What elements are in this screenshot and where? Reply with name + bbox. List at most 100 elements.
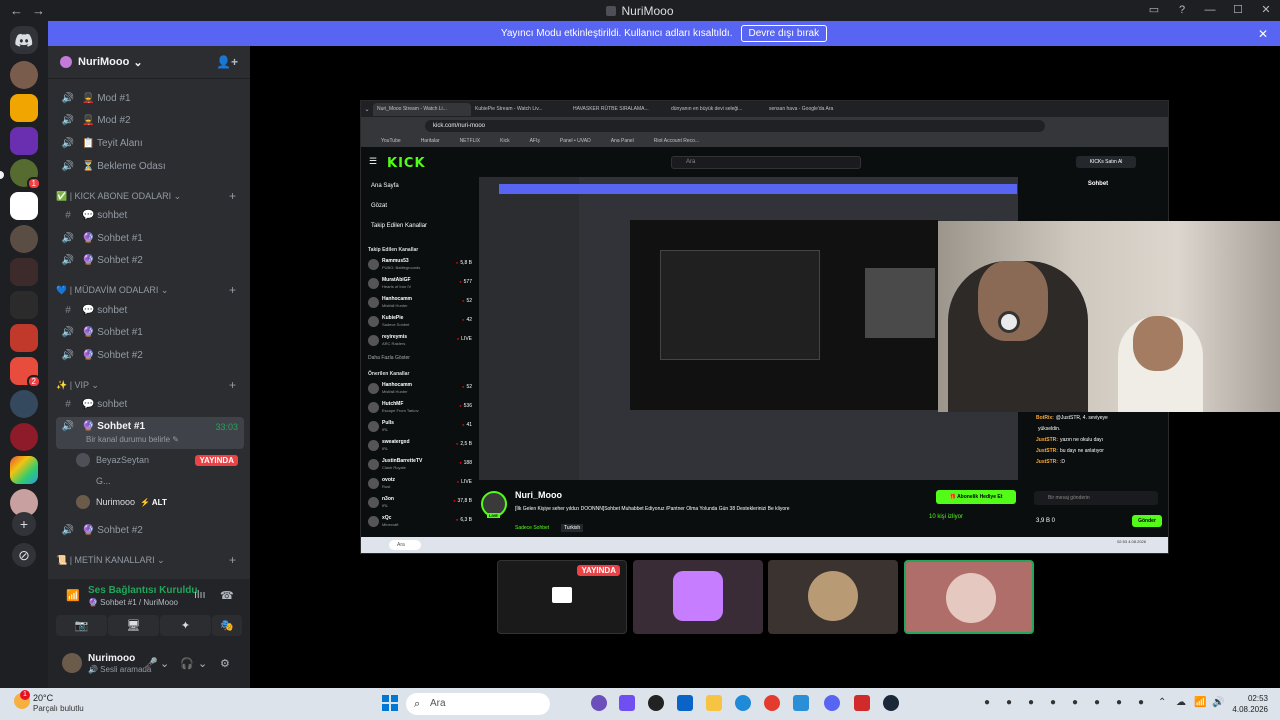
settings-gear-icon[interactable]: ⚙ [220, 657, 230, 670]
kick-channel-item[interactable]: reyireymisARC Raiders LIVE [368, 333, 472, 349]
kick-channel-item[interactable]: PullsIRL 41 [368, 419, 472, 435]
camera-toggle-button[interactable]: 📷 [56, 615, 107, 636]
voice-channel-sohbet1-kick[interactable]: 🔊 🔮 Sohbet #1 [56, 228, 244, 248]
gift-subscription-button[interactable]: 🎁 Abonelik Hediye Et [936, 490, 1016, 504]
minimize-button[interactable]: — [1196, 0, 1224, 21]
kick-channel-item[interactable]: Rammus53PUBG: Battlegrounds 5,8 B [368, 257, 472, 273]
kick-channel-item[interactable]: sweatergxdIRL 2,5 B [368, 438, 472, 454]
app-icon-1[interactable] [591, 695, 607, 711]
server-icon-3[interactable] [10, 127, 38, 155]
disconnect-icon[interactable]: ☎ [220, 589, 234, 602]
chat-username[interactable]: BotRix: [1036, 415, 1054, 421]
channel-status[interactable]: Bir kanal durumu belirle ✎ [86, 435, 179, 444]
server-icon-9[interactable] [10, 324, 38, 352]
inbox-icon[interactable]: ▭ [1140, 0, 1168, 21]
server-icon-4[interactable]: 1 [10, 159, 41, 190]
streamer-name[interactable]: Nuri_Mooo [515, 490, 562, 500]
participant-tile-3[interactable] [768, 560, 898, 634]
show-more-link[interactable]: Daha Fazla Göster [368, 355, 410, 361]
server-icon-1[interactable] [10, 61, 38, 89]
voice-user-nurimooo[interactable]: Nurimooo ⚡ ALT [76, 493, 244, 511]
chrome-icon[interactable] [764, 695, 780, 711]
soundboard-button[interactable]: 🎭 [212, 615, 242, 636]
close-button[interactable]: ✕ [1252, 0, 1280, 21]
help-icon[interactable]: ? [1168, 0, 1196, 21]
add-server-button[interactable]: + [12, 512, 36, 536]
server-icon-12[interactable] [10, 423, 38, 451]
text-channel-sohbet-mudavim[interactable]: # 💬 sohbet [56, 300, 244, 320]
tray-icon-2[interactable]: ● [1006, 697, 1012, 708]
tray-icon-8[interactable]: ● [1138, 697, 1144, 708]
taskbar-clock[interactable]: 02:53 4.08.2026 [1232, 693, 1268, 715]
user-name[interactable]: Nurimooo [88, 653, 135, 664]
app-icon-3[interactable] [648, 695, 664, 711]
server-icon-6[interactable] [10, 225, 38, 253]
kick-channel-item[interactable]: xQcMinecraft 6,3 B [368, 514, 472, 530]
voice-channel-sohbet2-kick[interactable]: 🔊 🔮 Sohbet #2 [56, 250, 244, 270]
kick-channel-item[interactable]: MuratAbiGFHearts of Iron IV 577 [368, 276, 472, 292]
category-mudavim[interactable]: 💙 | MÜDAVİM ODALARI ⌄ + [56, 282, 244, 298]
signal-icon[interactable]: 📶 [66, 589, 80, 602]
discord-taskbar-icon[interactable] [824, 695, 840, 711]
browser-tab[interactable]: dünyanın en büyük devi seleği... [667, 103, 765, 116]
kick-channel-item[interactable]: JustinBarretteTVClash Royale 188 [368, 457, 472, 473]
voice-channel-sohbet2-vip[interactable]: 🔊 🔮 Sohbet #2 [56, 520, 244, 540]
bookmark[interactable]: Haritalar [421, 138, 440, 144]
nav-home[interactable]: Ana Sayfa [371, 183, 399, 189]
server-icon-11[interactable] [10, 390, 38, 418]
server-icon-10[interactable]: 2 [10, 357, 41, 388]
bookmark[interactable]: Kick [500, 138, 509, 144]
file-explorer-icon[interactable] [706, 695, 722, 711]
voice-channel-teyit[interactable]: 🔊 📋 Teyit Alanı [56, 133, 244, 153]
browser-tab[interactable]: sensan hava - Google'da Ara [765, 103, 863, 116]
category-vip[interactable]: ✨ | VIP ⌄ + [56, 377, 244, 393]
kick-channel-item[interactable]: HanhocammMistfall Hunter 52 [368, 295, 472, 311]
server-icon-7[interactable] [10, 258, 38, 286]
invite-people-icon[interactable]: 👤+ [216, 55, 238, 69]
voice-channel-bekleme[interactable]: 🔊 ⏳ Bekleme Odası [56, 156, 244, 176]
stream-category[interactable]: Sadece Sohbet [515, 525, 549, 531]
edge-icon[interactable] [735, 695, 751, 711]
browser-tab[interactable]: KubiePie Stream - Watch Liv... [471, 103, 569, 116]
voice-channel-sohbet2-mudavim[interactable]: 🔊 🔮 Sohbet #2 [56, 345, 244, 365]
bookmark[interactable]: Panel • UVAD [560, 138, 591, 144]
weather-temp[interactable]: 20°C [33, 693, 53, 703]
participant-tile-stream[interactable]: YAYINDA [497, 560, 627, 634]
server-icon-5[interactable] [10, 192, 38, 220]
bookmark[interactable]: NETFLIX [460, 138, 481, 144]
chevron-down-icon[interactable]: ⌄ [198, 657, 207, 670]
tab-menu-icon[interactable]: ⌄ [361, 106, 373, 113]
nav-browse[interactable]: Gözat [371, 203, 387, 209]
explore-servers-button[interactable]: ⊘ [12, 543, 36, 567]
text-channel-sohbet-kick[interactable]: # 💬 sohbet [56, 205, 244, 225]
chevron-down-icon[interactable]: ⌄ [160, 657, 169, 670]
bookmark[interactable]: YouTube [381, 138, 401, 144]
stream-tag[interactable]: Turkish [561, 524, 584, 532]
tray-icon-5[interactable]: ● [1072, 697, 1078, 708]
kick-logo[interactable]: KICK [387, 156, 426, 171]
disable-streamer-mode-button[interactable]: Devre dışı bırak [740, 25, 828, 42]
voice-user-g[interactable]: G... [76, 472, 244, 490]
microphone-icon[interactable]: 🎤 [144, 657, 158, 670]
menu-icon[interactable]: ☰ [369, 156, 377, 167]
app-icon-4[interactable] [677, 695, 693, 711]
app-icon-2[interactable] [619, 695, 635, 711]
cloud-icon[interactable]: ☁ [1176, 697, 1186, 708]
voice-channel-sohbet1-vip[interactable]: 🔊 🔮 Sohbet #1 33:03 Bir kanal durumu bel… [56, 417, 244, 449]
server-header[interactable]: NuriMooo ⌄ 👤+ [48, 46, 250, 79]
direct-messages-button[interactable] [10, 26, 38, 54]
headphones-icon[interactable]: 🎧 [180, 657, 194, 670]
create-channel-icon[interactable]: + [229, 553, 236, 567]
chat-username[interactable]: JustSTR: [1036, 459, 1058, 465]
server-icon-2[interactable] [10, 94, 38, 122]
kick-channel-item[interactable]: HanhocammMistfall Hunter 52 [368, 381, 472, 397]
create-channel-icon[interactable]: + [229, 378, 236, 392]
voice-channel-mod2[interactable]: 🔊 💂 Mod #2 [56, 110, 244, 130]
tray-icon-4[interactable]: ● [1050, 697, 1056, 708]
app-icon-8[interactable] [793, 695, 809, 711]
nav-following[interactable]: Takip Edilen Kanallar [371, 223, 427, 229]
participant-tile-2[interactable] [633, 560, 763, 634]
create-channel-icon[interactable]: + [229, 283, 236, 297]
bookmark[interactable]: AFIş [530, 138, 540, 144]
volume-icon[interactable]: 🔊 [1212, 697, 1224, 708]
